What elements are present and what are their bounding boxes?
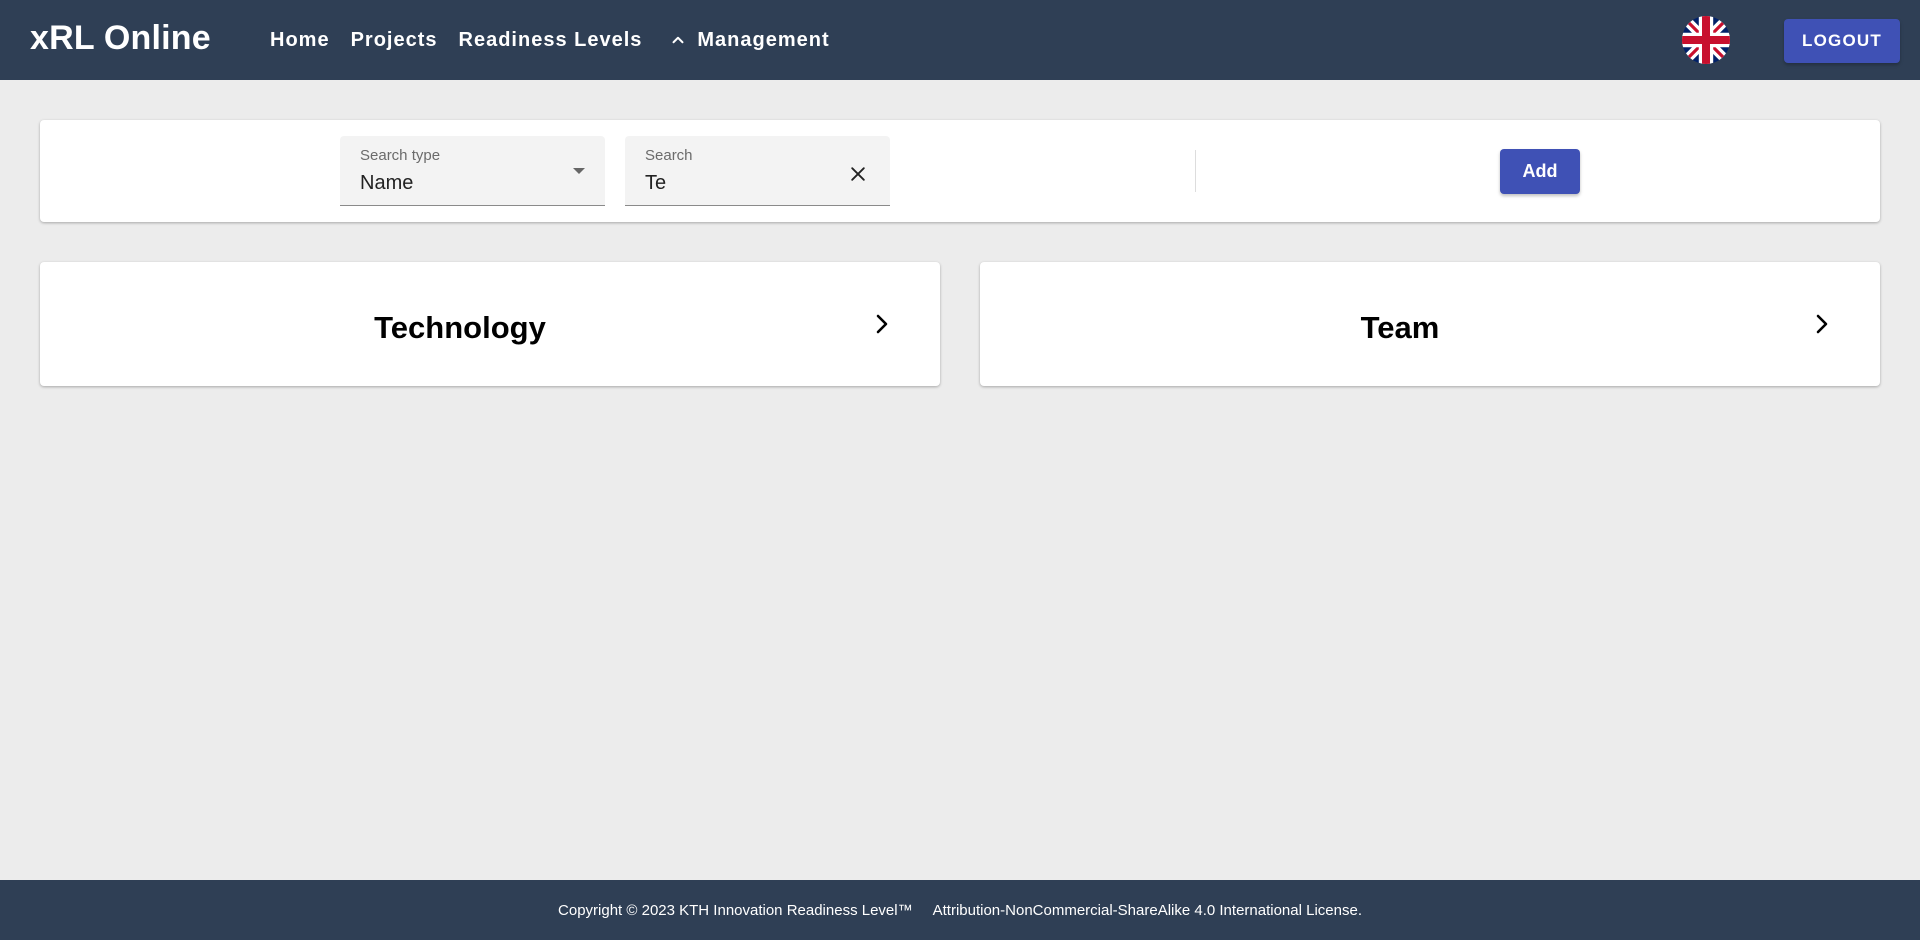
app-root: xRL Online Home Projects Readiness Level…	[0, 0, 1920, 940]
add-button[interactable]: Add	[1500, 149, 1580, 194]
uk-flag-icon[interactable]	[1682, 16, 1730, 64]
top-navigation-bar: xRL Online Home Projects Readiness Level…	[0, 0, 1920, 80]
search-toolbar: Search type Name Search Te Add	[40, 120, 1880, 222]
nav-management[interactable]: Management	[663, 29, 829, 52]
nav-home[interactable]: Home	[270, 29, 330, 52]
logout-button[interactable]: LOGOUT	[1784, 19, 1900, 63]
search-type-value: Name	[360, 172, 414, 194]
footer-copyright: Copyright © 2023 KTH Innovation Readines…	[558, 901, 913, 919]
result-card-technology[interactable]: Technology	[40, 262, 940, 386]
nav-management-label: Management	[697, 28, 830, 51]
dropdown-caret-icon	[573, 168, 585, 174]
search-input-value[interactable]: Te	[645, 172, 666, 195]
search-type-select[interactable]: Search type Name	[340, 136, 605, 206]
main-nav: Home Projects Readiness Levels Managemen…	[270, 0, 851, 80]
result-card-title: Technology	[374, 310, 546, 345]
footer-license-link[interactable]: Attribution-NonCommercial-ShareAlike 4.0…	[933, 902, 1362, 919]
toolbar-divider	[1195, 150, 1196, 192]
page-footer: Copyright © 2023 KTH Innovation Readines…	[0, 880, 1920, 940]
brand-title[interactable]: xRL Online	[30, 19, 211, 58]
chevron-right-icon	[1816, 314, 1828, 334]
chevron-right-icon	[876, 314, 888, 334]
chevron-up-icon	[672, 36, 684, 44]
clear-search-icon[interactable]	[848, 164, 868, 184]
result-card-title: Team	[1360, 310, 1440, 345]
nav-projects[interactable]: Projects	[351, 29, 438, 52]
search-input-label: Search	[645, 147, 693, 164]
nav-readiness-levels[interactable]: Readiness Levels	[459, 29, 643, 52]
search-type-label: Search type	[360, 147, 441, 164]
result-card-team[interactable]: Team	[980, 262, 1880, 386]
search-input[interactable]: Search Te	[625, 136, 890, 206]
